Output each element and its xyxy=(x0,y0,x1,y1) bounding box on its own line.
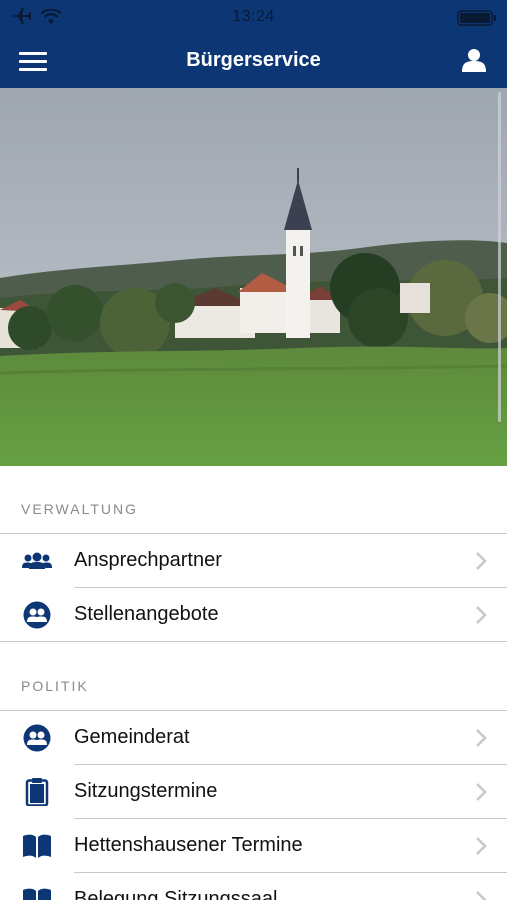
village-church-photo xyxy=(0,88,507,466)
chevron-right-icon xyxy=(476,552,487,570)
status-bar: 13:24 xyxy=(0,0,507,34)
section-politik-rows: Gemeinderat Sitzungstermine Hettenshause… xyxy=(0,710,507,900)
book-icon xyxy=(23,834,51,858)
chevron-right-icon xyxy=(476,783,487,801)
section-header-label: POLITIK xyxy=(21,678,89,694)
chevron-right-icon xyxy=(476,891,487,900)
list-item-belegung-sitzungssaal[interactable]: Belegung Sitzungssaal xyxy=(0,873,507,900)
clipboard-icon xyxy=(25,778,49,806)
list-item-stellenangebote[interactable]: Stellenangebote xyxy=(0,588,507,642)
navigation-bar: Bürgerservice xyxy=(0,34,507,88)
list-item-label: Gemeinderat xyxy=(74,726,190,748)
list-item-label: Belegung Sitzungssaal xyxy=(74,888,278,900)
section-verwaltung-rows: Ansprechpartner Stellenangebote xyxy=(0,533,507,642)
list-item-sitzungstermine[interactable]: Sitzungstermine xyxy=(0,765,507,819)
list-item-hettenshausener-termine[interactable]: Hettenshausener Termine xyxy=(0,819,507,873)
list-item-label: Ansprechpartner xyxy=(74,549,222,571)
list-item-gemeinderat[interactable]: Gemeinderat xyxy=(0,711,507,765)
chevron-right-icon xyxy=(476,729,487,747)
chevron-right-icon xyxy=(476,837,487,855)
menu-list: VERWALTUNG Ansprechpartner Stellenangebo… xyxy=(0,466,507,900)
hero-image xyxy=(0,88,507,466)
people-circle-icon xyxy=(23,724,51,752)
list-item-ansprechpartner[interactable]: Ansprechpartner xyxy=(0,534,507,588)
list-item-label: Sitzungstermine xyxy=(74,780,218,802)
section-header-politik: POLITIK xyxy=(0,642,507,710)
page-title: Bürgerservice xyxy=(186,49,321,71)
list-item-label: Stellenangebote xyxy=(74,603,219,625)
user-profile-icon[interactable] xyxy=(461,47,487,73)
people-group-icon xyxy=(22,552,52,569)
people-circle-icon xyxy=(23,601,51,629)
top-bar: 13:24 Bürgerservice xyxy=(0,0,507,88)
section-header-label: VERWALTUNG xyxy=(21,501,138,517)
chevron-right-icon xyxy=(476,606,487,624)
list-item-label: Hettenshausener Termine xyxy=(74,834,303,856)
status-time: 13:24 xyxy=(232,8,275,25)
battery-icon xyxy=(457,10,496,26)
section-header-verwaltung: VERWALTUNG xyxy=(0,466,507,533)
book-icon xyxy=(23,888,51,900)
